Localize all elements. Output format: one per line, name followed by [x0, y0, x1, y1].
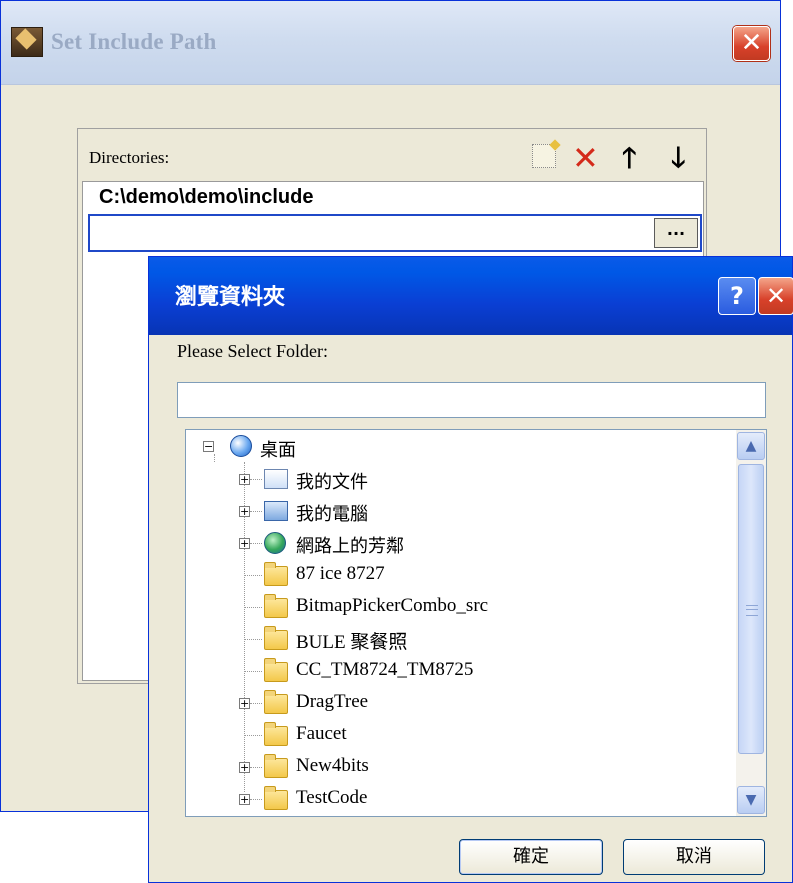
tree-line: [250, 511, 262, 512]
scroll-down-icon[interactable]: ▼: [737, 786, 765, 814]
title-bar[interactable]: Set Include Path ✕: [1, 1, 780, 85]
folder-icon: [264, 626, 288, 650]
my-computer-icon: [264, 501, 288, 521]
tree-node[interactable]: Faucet: [186, 720, 726, 750]
app-icon: [11, 27, 43, 57]
tree-node[interactable]: CC_TM8724_TM8725: [186, 656, 726, 686]
tree-node-label: 我的文件: [296, 472, 368, 493]
tree-line: [244, 671, 262, 672]
folder-tree[interactable]: − 桌面 + 我的文件 + 我的電腦 + 網路上的芳鄰 87 ice 8727: [185, 429, 767, 817]
desktop-icon: [230, 435, 252, 457]
tree-node[interactable]: + New4bits: [186, 752, 726, 782]
move-up-icon[interactable]: 🡑: [622, 138, 637, 178]
folder-icon: [264, 690, 288, 714]
close-button[interactable]: ✕: [733, 26, 770, 61]
expand-icon[interactable]: +: [239, 762, 250, 773]
tree-node-label: Faucet: [296, 723, 347, 744]
cancel-button[interactable]: 取消: [623, 839, 765, 875]
dialog-title: 瀏覽資料夾: [175, 285, 286, 310]
dialog-title-bar[interactable]: 瀏覽資料夾 ? ✕: [149, 257, 793, 335]
grip-icon: [746, 605, 758, 616]
vertical-scrollbar[interactable]: ▲ ▼: [736, 430, 766, 816]
tree-node-label: TestCode: [296, 787, 368, 808]
folder-icon: [264, 786, 288, 810]
tree-node[interactable]: + 我的電腦: [186, 496, 726, 526]
tree-line: [244, 607, 262, 608]
select-folder-prompt: Please Select Folder:: [177, 341, 328, 361]
tree-line: [250, 799, 262, 800]
tree-node[interactable]: + DragTree: [186, 688, 726, 718]
folder-icon: [264, 562, 288, 586]
tree-node-label: BitmapPickerCombo_src: [296, 595, 489, 616]
tree-node[interactable]: BULE 聚餐照: [186, 624, 726, 654]
directories-label: Directories:: [89, 148, 170, 167]
folder-path-input[interactable]: [177, 382, 766, 418]
tree-line: [250, 703, 262, 704]
tree-line: [250, 479, 262, 480]
expand-icon[interactable]: +: [239, 794, 250, 805]
collapse-icon[interactable]: −: [203, 441, 214, 452]
tree-node-label: 87 ice 8727: [296, 563, 385, 584]
tree-line: [244, 735, 262, 736]
tree-node-label: DragTree: [296, 691, 369, 712]
directory-list-item[interactable]: C:\demo\demo\include: [99, 186, 313, 209]
tree-line: [244, 575, 262, 576]
window-title: Set Include Path: [51, 29, 217, 54]
browse-folder-dialog: 瀏覽資料夾 ? ✕ Please Select Folder: − 桌面 + 我…: [148, 256, 793, 883]
folder-icon: [264, 658, 288, 682]
expand-icon[interactable]: +: [239, 538, 250, 549]
help-button[interactable]: ?: [718, 277, 756, 315]
new-folder-icon[interactable]: [532, 144, 556, 168]
tree-line: [250, 543, 262, 544]
ok-button[interactable]: 確定: [459, 839, 603, 875]
network-places-icon: [264, 532, 286, 554]
tree-node-label: BULE 聚餐照: [296, 632, 408, 653]
move-down-icon[interactable]: 🡓: [671, 138, 686, 178]
my-documents-icon: [264, 469, 288, 489]
tree-node[interactable]: + TestCode: [186, 784, 726, 814]
tree-node[interactable]: BitmapPickerCombo_src: [186, 592, 726, 622]
folder-icon: [264, 594, 288, 618]
folder-icon: [264, 754, 288, 778]
tree-node[interactable]: + 網路上的芳鄰: [186, 528, 726, 558]
tree-node[interactable]: + 我的文件: [186, 464, 726, 494]
directory-edit-field[interactable]: ...: [88, 214, 702, 252]
tree-node-label: 桌面: [260, 440, 296, 461]
delete-icon[interactable]: ✕: [572, 138, 599, 178]
scroll-up-icon[interactable]: ▲: [737, 432, 765, 460]
dialog-close-button[interactable]: ✕: [758, 277, 793, 315]
tree-node-desktop[interactable]: − 桌面: [186, 432, 726, 462]
tree-node-label: CC_TM8724_TM8725: [296, 659, 474, 680]
expand-icon[interactable]: +: [239, 698, 250, 709]
tree-line: [250, 767, 262, 768]
folder-icon: [264, 722, 288, 746]
tree-node-label: New4bits: [296, 755, 369, 776]
tree-node-label: 我的電腦: [296, 504, 368, 525]
tree-node[interactable]: 87 ice 8727: [186, 560, 726, 590]
browse-button[interactable]: ...: [654, 218, 698, 248]
expand-icon[interactable]: +: [239, 474, 250, 485]
tree-node-label: 網路上的芳鄰: [296, 536, 404, 557]
scrollbar-thumb[interactable]: [738, 464, 764, 754]
expand-icon[interactable]: +: [239, 506, 250, 517]
tree-line: [244, 639, 262, 640]
